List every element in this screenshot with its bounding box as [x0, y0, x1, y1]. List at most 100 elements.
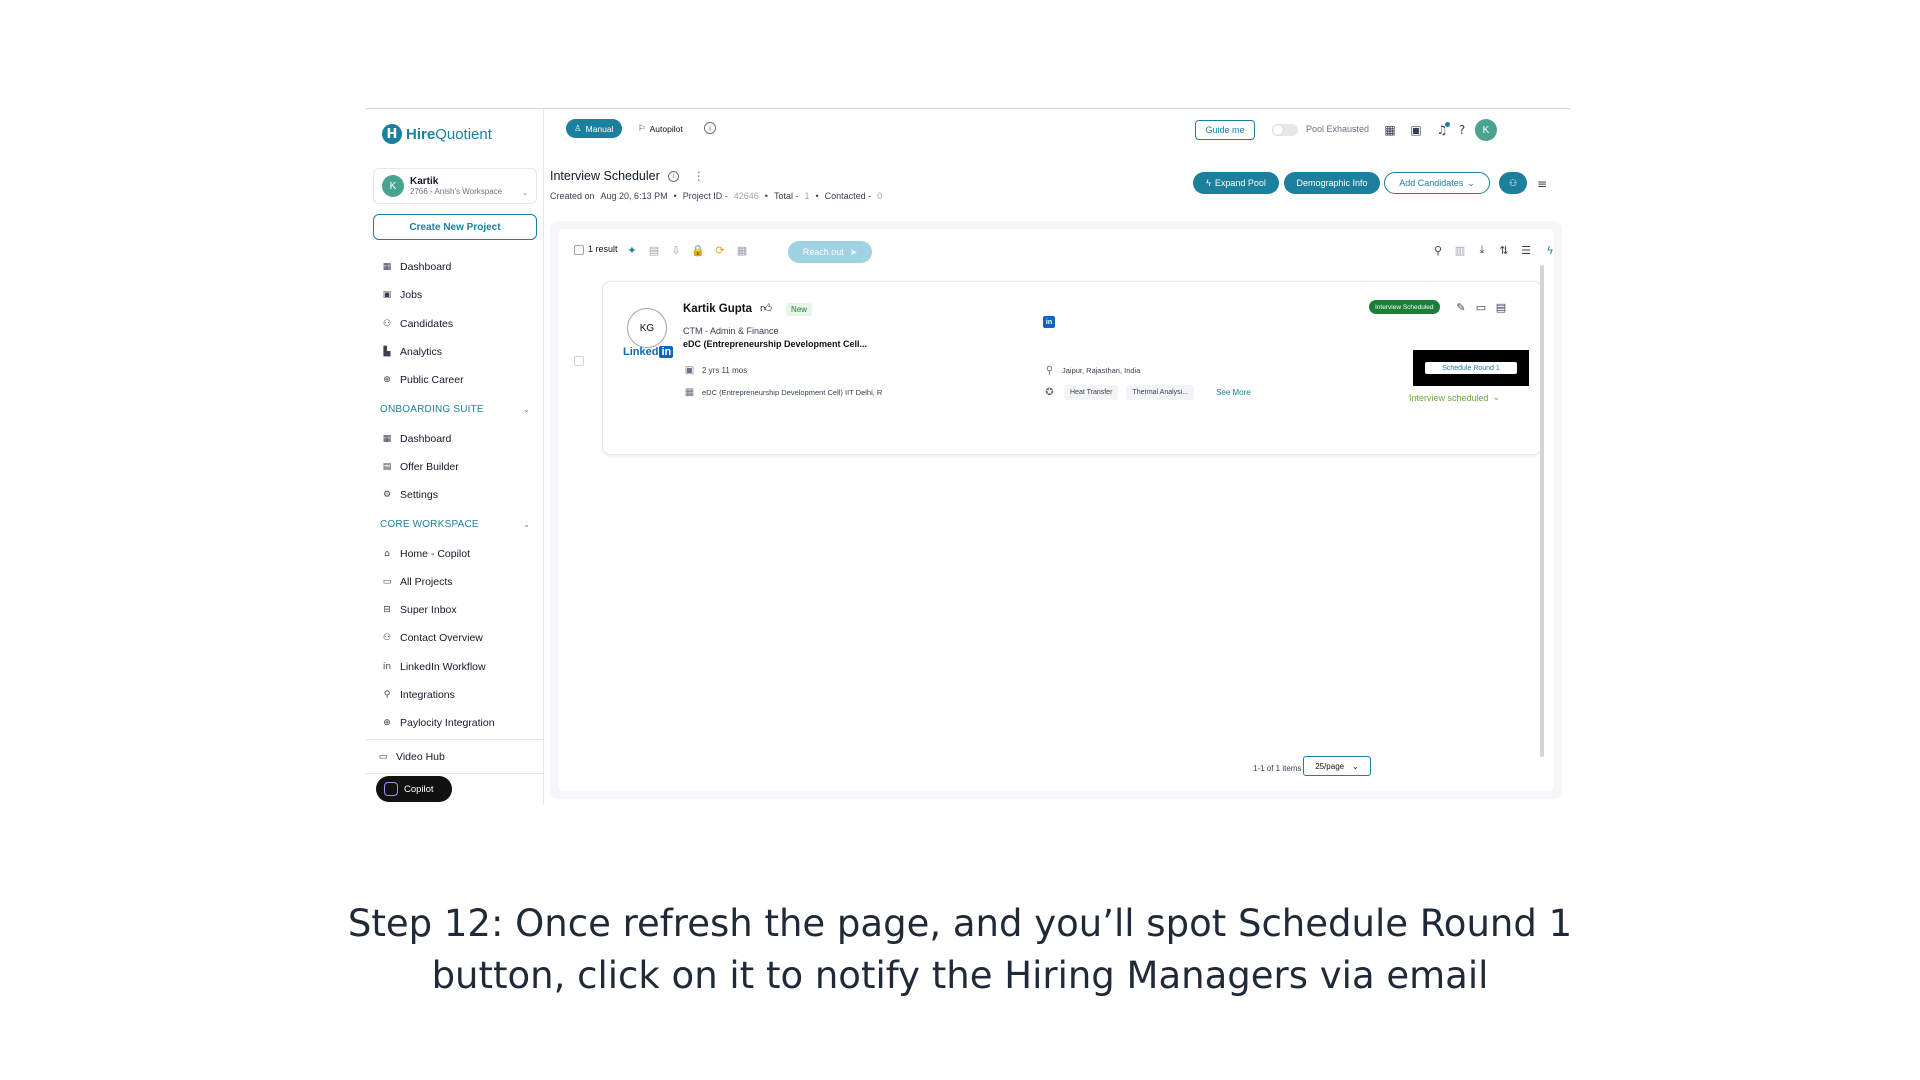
chevron-down-icon: ⌄ [1492, 392, 1501, 402]
education-row: ▦ eDC (Entrepreneurship Development Cell… [683, 386, 883, 399]
sidebar-item-home-copilot[interactable]: ⌂ Home - Copilot [366, 539, 544, 567]
workspace-switcher[interactable]: K Kartik 2766 - Anish's Workspace ⌄ [373, 168, 537, 204]
expand-pool-label: Expand Pool [1214, 178, 1266, 188]
notes-icon[interactable]: ▤ [646, 242, 662, 258]
mode-manual-toggle[interactable]: ♙ Manual [566, 119, 622, 138]
sidebar-item-candidates[interactable]: ⚇ Candidates [366, 310, 544, 338]
divider [366, 739, 544, 741]
sidebar-item-super-inbox[interactable]: ⊟ Super Inbox [366, 596, 544, 624]
pool-exhausted-toggle[interactable] [1272, 124, 1298, 136]
see-more-link[interactable]: See More [1216, 388, 1251, 397]
sidebar-item-jobs[interactable]: ▣ Jobs [366, 281, 544, 309]
status-badge: Interview Scheduled [1369, 300, 1440, 314]
download-icon[interactable]: ⤓ [1474, 242, 1490, 258]
move-folder-icon[interactable]: ▭ [1473, 299, 1489, 315]
calendar-icon[interactable]: ▦ [1382, 122, 1398, 138]
copilot-label: Copilot [404, 783, 434, 795]
sidebar-item-label: Settings [400, 489, 438, 502]
skills-row: ✪ Heat Transfer Thermal Analysi... See M… [1043, 385, 1251, 400]
resume-icon[interactable]: ▤ [1493, 299, 1509, 315]
contacted-value: 0 [877, 191, 883, 201]
section-core-workspace[interactable]: CORE WORKSPACE ⌄ [366, 509, 544, 539]
help-icon[interactable]: ? [1454, 122, 1470, 138]
sidebar-item-label: Home - Copilot [400, 547, 471, 560]
linkedin-word: Linked [623, 346, 659, 358]
sidebar-item-public-career[interactable]: ⊕ Public Career [366, 366, 544, 394]
sidebar-item-label: Contact Overview [400, 632, 483, 645]
linkedin-logo[interactable]: Linked in [623, 346, 674, 358]
row-checkbox[interactable] [574, 356, 584, 366]
sidebar-item-linkedin-workflow[interactable]: in LinkedIn Workflow [366, 653, 544, 681]
project-id-label: Project ID - [682, 191, 728, 201]
sidebar-item-dashboard[interactable]: ▦ Dashboard [366, 424, 544, 452]
guide-me-button[interactable]: Guide me [1195, 120, 1255, 140]
linkedin-icon[interactable]: in [1043, 316, 1055, 328]
expand-pool-button[interactable]: ϟ Expand Pool [1193, 172, 1279, 194]
project-id-value: 42646 [733, 191, 759, 201]
schedule-icon[interactable]: ▦ [734, 242, 750, 258]
user-avatar[interactable]: K [1475, 119, 1497, 141]
export-icon[interactable]: ⇩ [668, 242, 684, 258]
scrollbar[interactable] [1540, 265, 1544, 757]
filter-icon[interactable]: ☰ [1518, 242, 1534, 258]
sidebar-item-offer-builder[interactable]: ▤ Offer Builder [366, 453, 544, 481]
reach-out-label: Reach out [802, 247, 844, 257]
location-row: ⚲ Jaipur, Rajasthan, India [1043, 364, 1141, 377]
calendar-settings-icon[interactable]: ▣ [1408, 122, 1424, 138]
sidebar-item-contact-overview[interactable]: ⚇ Contact Overview [366, 624, 544, 652]
sidebar-item-all-projects[interactable]: ▭ All Projects [366, 568, 544, 596]
thumbs-up-icon[interactable]: 👍︎ [760, 302, 772, 316]
info-icon[interactable]: i [667, 170, 679, 182]
globe-icon: ⊕ [383, 375, 391, 386]
notification-dot [1445, 122, 1450, 127]
lightning-icon[interactable]: ϟ [1542, 242, 1558, 258]
section-label: CORE WORKSPACE [380, 518, 479, 530]
experience-value: 2 yrs 11 mos [702, 366, 748, 375]
schedule-round-highlight: Schedule Round 1 [1413, 350, 1529, 386]
add-candidates-button[interactable]: Add Candidates ⌄ [1384, 172, 1490, 194]
stage-dropdown[interactable]: Interview scheduled ⌄ [1409, 392, 1500, 403]
sidebar-item-analytics[interactable]: ▙ Analytics [366, 338, 544, 366]
schedule-round-1-button[interactable]: Schedule Round 1 [1425, 362, 1517, 374]
search-icon[interactable]: ⚲ [1430, 242, 1446, 258]
edit-icon[interactable]: ✎ [1453, 299, 1469, 315]
sidebar-item-video-hub[interactable]: ▭ Video Hub [366, 742, 544, 770]
project-meta: Created on Aug 20, 6:13 PM • Project ID … [550, 191, 883, 201]
create-new-project-button[interactable]: Create New Project [373, 214, 537, 240]
reach-out-button[interactable]: Reach out ➤ [788, 241, 872, 263]
section-onboarding-suite[interactable]: ONBOARDING SUITE ⌄ [366, 394, 544, 424]
caption-line-1: Step 12: Once refresh the page, and you’… [347, 902, 1573, 945]
briefcase-icon: ▣ [684, 365, 695, 376]
info-icon[interactable]: i [704, 122, 716, 134]
chevron-down-icon: ⌄ [522, 190, 528, 197]
sidebar-item-label: Video Hub [396, 750, 445, 763]
lock-icon[interactable]: 🔒 [690, 242, 706, 258]
candidate-name[interactable]: Kartik Gupta [683, 303, 752, 315]
result-count: 1 result [588, 244, 618, 254]
hirequotient-logo[interactable]: H HireQuotient [382, 124, 492, 144]
list-settings-icon[interactable]: ≡ [1534, 176, 1550, 192]
demographic-info-button[interactable]: Demographic Info [1284, 172, 1380, 194]
sort-icon[interactable]: ⇅ [1496, 242, 1512, 258]
page-size-select[interactable]: 25/page ⌄ [1303, 756, 1371, 776]
sidebar-item-label: Jobs [400, 289, 423, 302]
bell-icon[interactable]: ♫ [1434, 122, 1450, 138]
sidebar-item-integrations[interactable]: ⚲ Integrations [366, 681, 544, 709]
select-all-checkbox[interactable] [574, 245, 584, 255]
chevron-down-icon: ⌄ [523, 519, 530, 529]
delete-icon[interactable]: ▥ [1452, 242, 1468, 258]
sidebar-item-settings[interactable]: ⚙ Settings [366, 481, 544, 509]
copilot-button[interactable]: Copilot [376, 776, 452, 802]
team-icon[interactable]: ⚇ [1499, 172, 1527, 194]
sidebar-item-dashboard[interactable]: ▦ Dashboard [366, 253, 544, 281]
sync-icon[interactable]: ⟳ [712, 242, 728, 258]
sidebar-item-label: Candidates [400, 317, 454, 330]
sidebar-item-label: Dashboard [400, 432, 452, 445]
candidate-card[interactable]: KG Linked in Kartik Gupta 👍︎ New CTM - Ad… [602, 281, 1542, 455]
more-options-icon[interactable]: ⋮ [693, 169, 705, 183]
ai-sparkle-icon[interactable]: ✦ [624, 242, 640, 258]
dashboard-icon: ▦ [382, 262, 392, 273]
mode-autopilot-toggle[interactable]: ⚐ Autopilot [634, 119, 687, 138]
candidate-avatar: KG [627, 308, 667, 348]
sidebar-item-paylocity-integration[interactable]: ⊕ Paylocity Integration [366, 709, 544, 737]
